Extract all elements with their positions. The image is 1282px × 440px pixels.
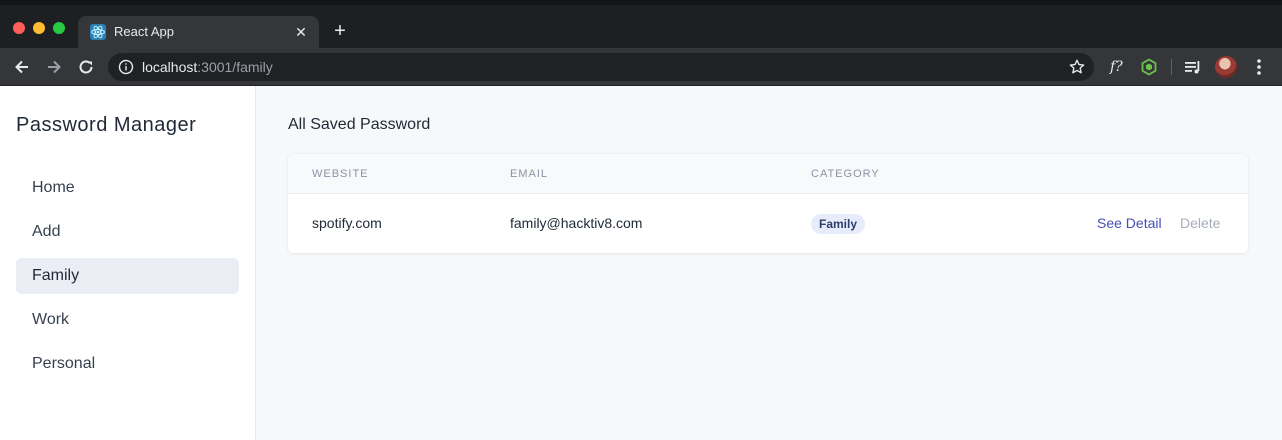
sidebar-item-work[interactable]: Work (16, 302, 239, 338)
sidebar-item-family[interactable]: Family (16, 258, 239, 294)
react-icon (90, 24, 106, 40)
column-header-website: WEBSITE (312, 168, 369, 180)
browser-tab[interactable]: React App ✕ (78, 16, 319, 48)
url-text: localhost:3001/family (142, 59, 273, 75)
column-header-category: CATEGORY (811, 168, 880, 180)
column-header-email: EMAIL (510, 168, 549, 180)
sidebar-item-add[interactable]: Add (16, 214, 239, 250)
address-bar[interactable]: localhost:3001/family (108, 53, 1094, 81)
password-table: WEBSITE EMAIL CATEGORY spotify.com famil… (288, 153, 1248, 253)
url-host: localhost (142, 59, 198, 75)
maximize-window-button[interactable] (53, 22, 65, 34)
page-title: All Saved Password (288, 116, 431, 133)
browser-tab-strip: React App ✕ + (0, 0, 1282, 48)
category-badge: Family (811, 214, 866, 234)
sidebar-item-home[interactable]: Home (16, 170, 239, 206)
forward-arrow-icon[interactable] (44, 57, 64, 77)
reload-icon[interactable] (76, 57, 96, 77)
toolbar-separator (1171, 59, 1172, 75)
extension-f-icon[interactable]: f? (1110, 57, 1123, 77)
cell-email: family@hacktiv8.com (510, 215, 643, 231)
url-path: :3001/family (197, 59, 273, 75)
app-title: Password Manager (16, 114, 197, 136)
close-window-button[interactable] (13, 22, 25, 34)
see-detail-link[interactable]: See Detail (1097, 215, 1162, 231)
sidebar-item-personal[interactable]: Personal (16, 346, 239, 382)
new-tab-button[interactable]: + (330, 21, 350, 42)
table-header: WEBSITE EMAIL CATEGORY (288, 153, 1248, 194)
media-queue-icon[interactable] (1184, 58, 1202, 76)
sidebar-nav: Home Add Family Work Personal (16, 170, 239, 390)
kebab-icon[interactable] (1250, 57, 1268, 77)
star-icon[interactable] (1068, 58, 1086, 76)
main-content: All Saved Password WEBSITE EMAIL CATEGOR… (257, 86, 1282, 440)
profile-avatar[interactable] (1215, 56, 1237, 78)
back-arrow-icon[interactable] (12, 57, 32, 77)
minimize-window-button[interactable] (33, 22, 45, 34)
info-icon[interactable] (118, 59, 134, 75)
delete-link[interactable]: Delete (1180, 215, 1220, 231)
close-tab-icon[interactable]: ✕ (293, 24, 309, 40)
sidebar: Password Manager Home Add Family Work Pe… (0, 86, 256, 440)
browser-toolbar: localhost:3001/family f? (0, 48, 1282, 86)
table-row: spotify.com family@hacktiv8.com Family S… (288, 194, 1248, 253)
cell-website: spotify.com (312, 215, 382, 231)
nodejs-icon[interactable] (1140, 58, 1158, 76)
tab-title: React App (114, 24, 174, 39)
